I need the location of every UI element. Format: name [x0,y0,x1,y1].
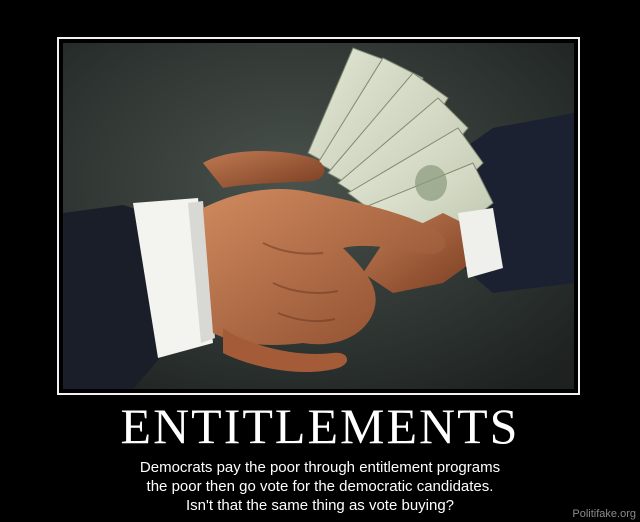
caption-line-3: Isn't that the same thing as vote buying… [185,497,455,514]
poster-caption: Democrats pay the poor through entitleme… [0,458,640,515]
caption-line-1: Democrats pay the poor through entitleme… [139,459,501,476]
poster: ENTITLEMENTS Democrats pay the poor thro… [0,0,640,522]
caption-line-2: the poor then go vote for the democratic… [146,478,494,495]
handshake-money-photo [63,43,574,389]
handshake-with-money-icon [63,43,574,389]
watermark: Politifake.org [572,508,636,520]
poster-title: ENTITLEMENTS [120,398,520,454]
